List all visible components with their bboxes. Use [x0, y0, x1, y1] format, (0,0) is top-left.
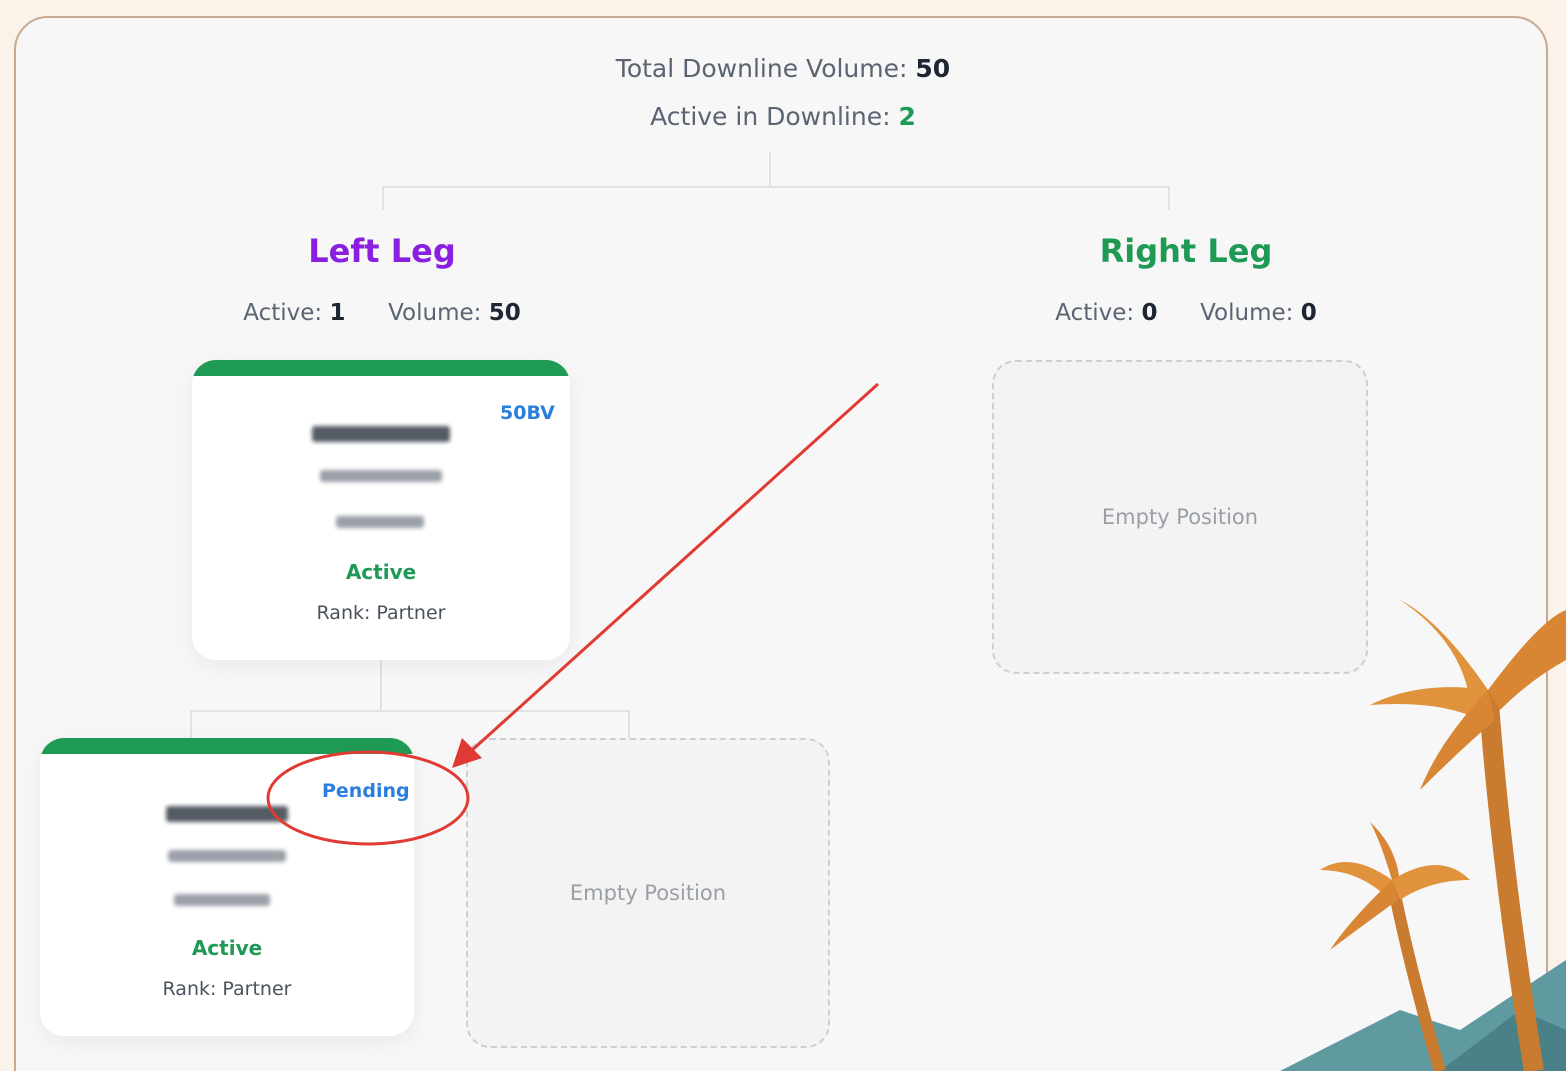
left-active-label: Active: [243, 300, 323, 326]
right-active-label: Active: [1055, 300, 1135, 326]
left-volume-label: Volume: [388, 300, 482, 326]
empty-position-child[interactable]: Empty Position [466, 738, 830, 1048]
member-status: Active [345, 560, 417, 584]
pending-badge: Pending [322, 780, 410, 802]
member-id-redacted [320, 470, 442, 482]
genealogy-panel: Total Downline Volume: 50 Active in Down… [14, 16, 1548, 1071]
member-date-redacted [336, 516, 424, 528]
child-right-connector [628, 710, 630, 740]
member-card-left-leg[interactable]: 50BV Active Rank: Partner [192, 360, 570, 660]
member-name-redacted [312, 426, 450, 442]
right-leg-stats: Active: 0 Volume: 0 [1006, 300, 1366, 326]
member-date-redacted [174, 894, 270, 906]
empty-position-right-leg[interactable]: Empty Position [992, 360, 1368, 674]
member-name-redacted [166, 806, 288, 822]
screenshot-stage: Total Downline Volume: 50 Active in Down… [0, 0, 1566, 1071]
empty-position-label: Empty Position [1101, 505, 1259, 529]
right-volume-label: Volume: [1200, 300, 1294, 326]
children-connector [190, 710, 630, 712]
empty-position-label: Empty Position [569, 881, 727, 905]
member-child-connector [380, 660, 382, 712]
root-connector [769, 152, 771, 186]
right-active-value: 0 [1141, 300, 1158, 326]
volume-badge: 50BV [500, 402, 555, 424]
right-leg-title: Right Leg [1099, 232, 1273, 270]
member-card-child[interactable]: Pending Active Rank: Partner [40, 738, 414, 1036]
right-volume-value: 0 [1300, 300, 1317, 326]
card-status-bar [40, 738, 414, 754]
left-leg-connector [382, 186, 384, 210]
total-volume-label: Total Downline Volume: [615, 54, 908, 83]
card-status-bar [192, 360, 570, 376]
left-leg-title: Left Leg [308, 232, 456, 270]
total-downline-volume: Total Downline Volume: 50 [16, 54, 1546, 83]
left-volume-value: 50 [488, 300, 521, 326]
member-status: Active [191, 936, 263, 960]
active-downline-label: Active in Downline: [650, 102, 891, 131]
left-leg-stats: Active: 1 Volume: 50 [202, 300, 562, 326]
active-downline-value: 2 [898, 102, 916, 131]
left-active-value: 1 [329, 300, 346, 326]
member-rank: Rank: Partner [162, 978, 292, 1000]
legs-connector [382, 186, 1170, 188]
right-leg-connector [1168, 186, 1170, 210]
member-id-redacted [168, 850, 286, 862]
active-in-downline: Active in Downline: 2 [16, 102, 1546, 131]
child-left-connector [190, 710, 192, 740]
total-volume-value: 50 [915, 54, 951, 83]
member-rank: Rank: Partner [316, 602, 446, 624]
